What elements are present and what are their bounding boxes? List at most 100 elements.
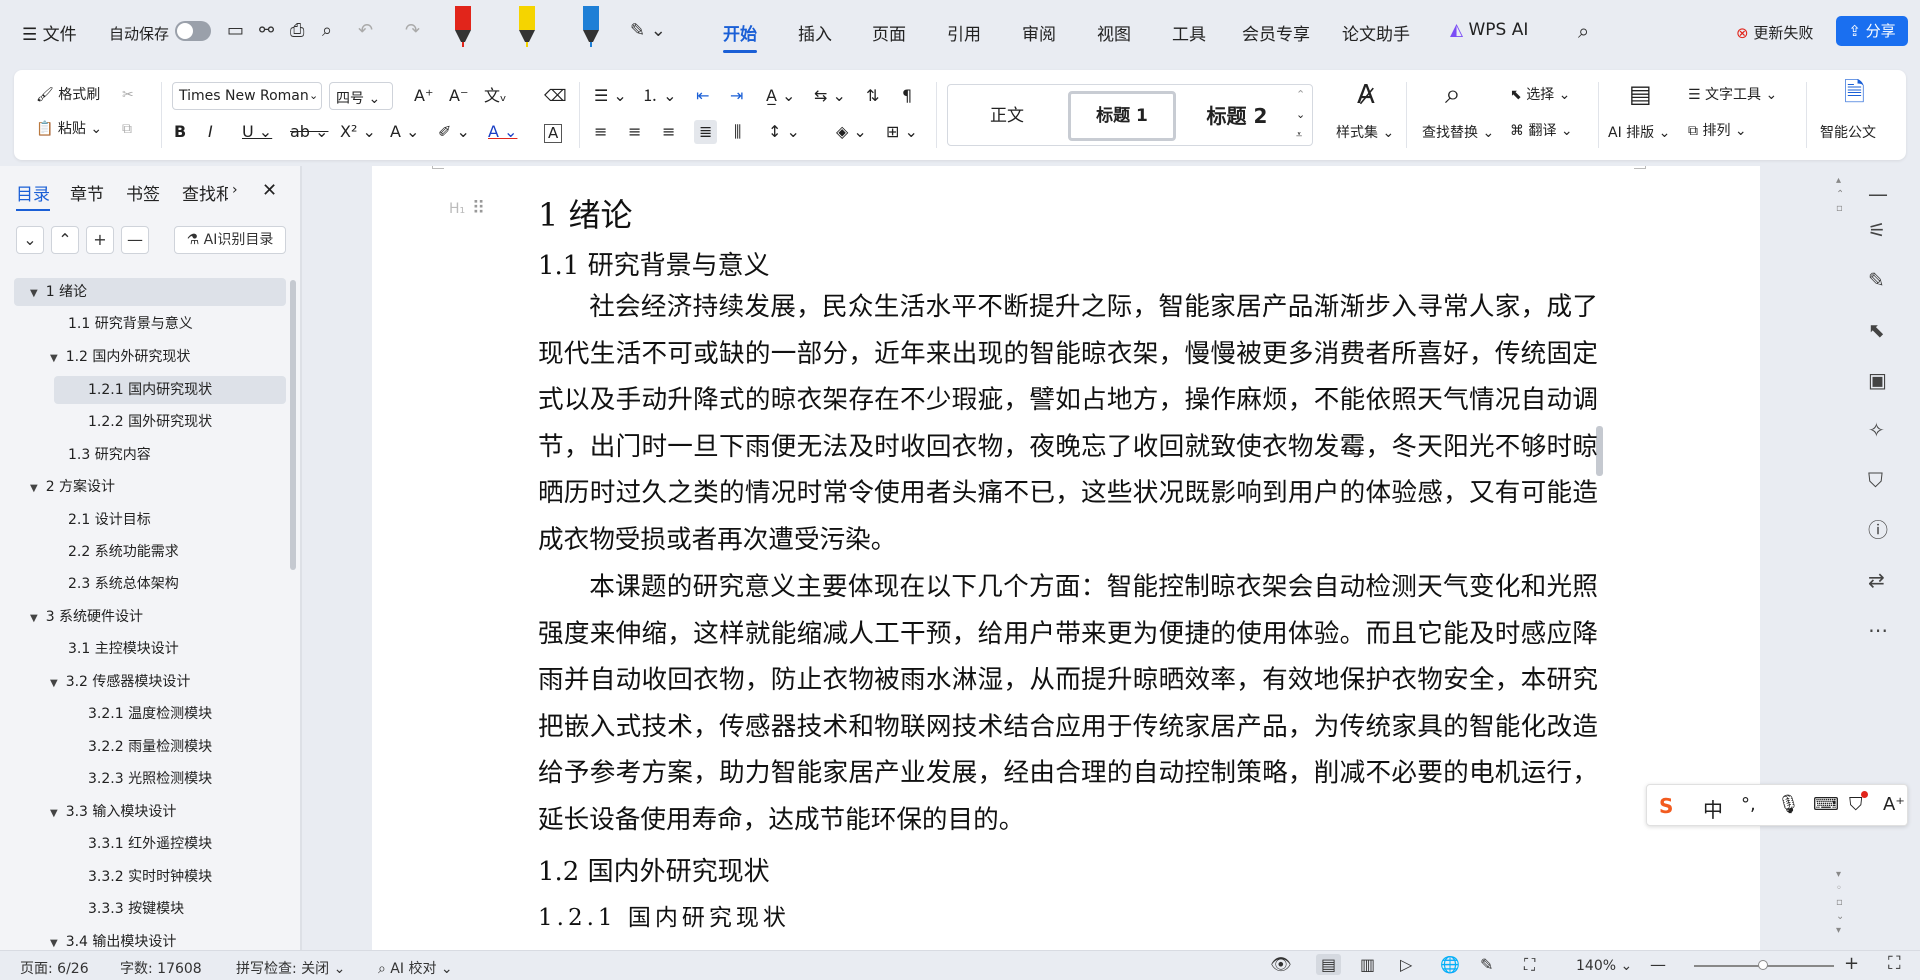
numbered-list-icon[interactable]: ⒈ ⌄: [642, 88, 677, 104]
show-marks-icon[interactable]: ¶: [902, 88, 912, 104]
italic-icon[interactable]: I: [208, 124, 213, 140]
toc-item[interactable]: ▼ 2 方案设计: [14, 473, 286, 501]
punctuation-icon[interactable]: °,: [1741, 794, 1756, 815]
clear-format-icon[interactable]: ⌫: [544, 88, 567, 104]
menu-wps-ai[interactable]: ◭ WPS AI: [1450, 20, 1528, 40]
heading-3[interactable]: 1.2.1 国内研究现状: [538, 898, 790, 932]
menu-home[interactable]: 开始: [723, 20, 757, 53]
zoom-out-icon[interactable]: —: [1650, 955, 1666, 974]
line-sort-icon[interactable]: ⇅: [866, 88, 879, 104]
sogou-logo-icon[interactable]: S: [1659, 794, 1673, 818]
menu-review[interactable]: 审阅: [1022, 20, 1056, 45]
menu-insert[interactable]: 插入: [798, 20, 832, 45]
ai-proofread-button[interactable]: ⌕ AI 校对 ⌄: [378, 958, 453, 978]
print-icon[interactable]: ⎙: [290, 22, 304, 40]
magic-icon[interactable]: ✧: [1868, 420, 1885, 440]
borders-icon[interactable]: ⊞ ⌄: [886, 124, 918, 140]
toc-item[interactable]: 3.2.2 雨量检测模块: [14, 733, 286, 761]
style-expand-icon[interactable]: ⩡: [1296, 129, 1302, 140]
heading-2[interactable]: 1.2 国内外研究现状: [538, 851, 770, 888]
pointer-icon[interactable]: ⬉: [1868, 320, 1885, 340]
align-center-icon[interactable]: ≡: [628, 124, 641, 140]
format-brush-button[interactable]: 🖌 格式刷: [36, 88, 100, 102]
menu-thesis-assistant[interactable]: 论文助手: [1342, 20, 1410, 45]
menu-view[interactable]: 视图: [1097, 20, 1131, 45]
text-direction-icon[interactable]: A̲ ⌄: [766, 88, 795, 104]
style-scroll-up-icon[interactable]: ⌃: [1296, 89, 1305, 100]
chevron-right-icon[interactable]: ›: [232, 182, 238, 198]
distribute-icon[interactable]: ⫼: [734, 124, 741, 140]
skin-icon[interactable]: ⛉: [1849, 794, 1863, 815]
red-pen-icon[interactable]: [452, 4, 474, 48]
style-scroll-down-icon[interactable]: ⌄: [1296, 109, 1305, 120]
shrink-font-icon[interactable]: A⁻: [449, 88, 468, 104]
chevron-down-icon[interactable]: ⌄: [309, 90, 318, 101]
toc-item[interactable]: 2.1 设计目标: [14, 506, 286, 534]
collapse-button[interactable]: ⌄: [16, 226, 44, 254]
toc-item[interactable]: 3.3.3 按键模块: [14, 895, 286, 923]
find-replace-button[interactable]: 查找替换 ⌄: [1422, 126, 1494, 140]
yellow-pen-icon[interactable]: [516, 4, 538, 48]
toc-item[interactable]: 3.3.2 实时时钟模块: [14, 863, 286, 891]
zoom-slider-handle[interactable]: [1758, 960, 1768, 970]
expand-button[interactable]: ⌃: [51, 226, 79, 254]
toc-item[interactable]: ▼ 3.2 传感器模块设计: [14, 668, 286, 696]
toc-item[interactable]: 1.2.1 国内研究现状: [54, 376, 286, 404]
highlight-color-icon[interactable]: ✐ ⌄: [438, 124, 470, 140]
blue-pen-icon[interactable]: [580, 4, 602, 48]
drag-handle-icon[interactable]: ⠿: [472, 198, 485, 219]
add-heading-button[interactable]: +: [86, 226, 114, 254]
style-normal[interactable]: 正文: [954, 91, 1060, 141]
toc-item[interactable]: 3.3.1 红外遥控模块: [14, 830, 286, 858]
bold-icon[interactable]: B: [174, 124, 186, 140]
smart-doc-icon[interactable]: 🗎: [1844, 80, 1865, 106]
menu-tools[interactable]: 工具: [1172, 20, 1206, 45]
adjust-icon[interactable]: ⚟: [1868, 220, 1886, 240]
pen-icon[interactable]: ✎: [1868, 270, 1885, 290]
more-icon[interactable]: ⋯: [1868, 620, 1888, 640]
superscript-icon[interactable]: X² ⌄: [340, 124, 376, 140]
ai-toc-button[interactable]: ⚗ AI识别目录: [174, 226, 286, 254]
justify-icon[interactable]: ≣: [694, 120, 718, 144]
toc-item[interactable]: 2.3 系统总体架构: [14, 570, 286, 598]
tab-bookmarks[interactable]: 书签: [126, 180, 160, 205]
eye-protection-icon[interactable]: 👁: [1270, 955, 1292, 975]
undo-icon[interactable]: ↶: [358, 22, 373, 40]
ai-assist-icon[interactable]: A⁺: [1883, 794, 1905, 815]
ai-layout-icon[interactable]: ▤: [1629, 82, 1652, 106]
page-view-icon[interactable]: ▤: [1316, 954, 1342, 975]
select-button[interactable]: ⬉ 选择 ⌄: [1510, 88, 1570, 102]
tab-chapters[interactable]: 章节: [70, 180, 104, 205]
toc-item[interactable]: 1.2.2 国外研究现状: [14, 408, 286, 436]
font-family-select[interactable]: Times New Roman: [172, 82, 322, 110]
play-icon[interactable]: ▷: [1400, 955, 1412, 974]
menu-references[interactable]: 引用: [947, 20, 981, 45]
style-set-button[interactable]: 样式集 ⌄: [1336, 126, 1394, 140]
find-icon[interactable]: ⌕: [1445, 80, 1461, 108]
pen-tool-icon[interactable]: ✎ ⌄: [630, 22, 666, 40]
toc-item[interactable]: 3.1 主控模块设计: [14, 635, 286, 663]
decrease-indent-icon[interactable]: ⇤: [696, 88, 709, 104]
toc-item[interactable]: ▼ 3.4 输出模块设计: [14, 928, 286, 950]
help-icon[interactable]: ⓘ: [1868, 520, 1888, 540]
increase-indent-icon[interactable]: ⇥: [730, 88, 743, 104]
copy-icon[interactable]: ⧉: [122, 122, 132, 136]
toc-scrollbar[interactable]: [290, 280, 296, 570]
toc-item[interactable]: 3.2.1 温度检测模块: [14, 700, 286, 728]
strikethrough-icon[interactable]: ab ⌄: [290, 124, 328, 140]
toc-item[interactable]: 2.2 系统功能需求: [14, 538, 286, 566]
keyboard-icon[interactable]: ⌨: [1813, 794, 1839, 815]
phonetic-guide-icon[interactable]: 文ᵥ: [484, 88, 507, 104]
shading-icon[interactable]: ◈ ⌄: [836, 124, 867, 140]
paragraph[interactable]: 本课题的研究意义主要体现在以下几个方面：智能控制晾衣架会自动检测天气变化和光照强…: [538, 564, 1598, 844]
text-tools-button[interactable]: ☰ 文字工具 ⌄: [1688, 88, 1777, 102]
web-view-icon[interactable]: 🌐: [1440, 955, 1460, 974]
microphone-icon[interactable]: 🎙: [1777, 794, 1800, 815]
fullscreen-icon[interactable]: ⛶: [1888, 953, 1901, 974]
autosave-toggle[interactable]: [175, 21, 211, 41]
search-icon[interactable]: ⌕: [1578, 21, 1589, 41]
ai-layout-button[interactable]: AI 排版 ⌄: [1608, 126, 1670, 140]
toc-item[interactable]: ▼ 3 系统硬件设计: [14, 603, 286, 631]
fit-page-icon[interactable]: ⛶: [1524, 955, 1535, 975]
redo-icon[interactable]: ↷: [405, 22, 420, 40]
